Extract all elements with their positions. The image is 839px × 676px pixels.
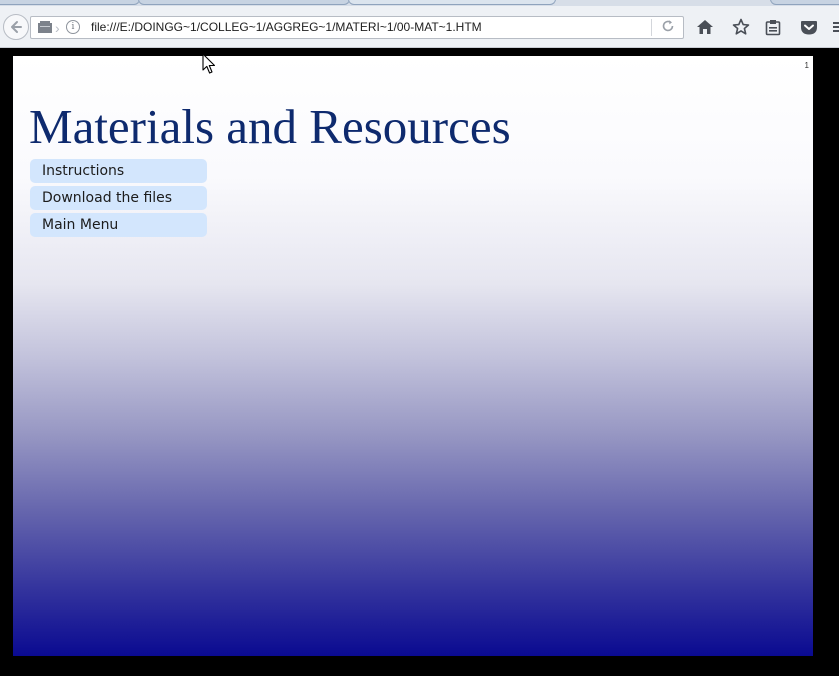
address-bar[interactable]: › i file:///E:/DOINGG~1/COLLEG~1/AGGREG~… — [30, 16, 684, 39]
pocket-icon[interactable] — [799, 17, 819, 37]
home-icon[interactable] — [695, 17, 715, 37]
star-icon[interactable] — [731, 17, 751, 37]
slide-number: 1 — [804, 61, 809, 70]
page-icon — [38, 21, 52, 33]
browser-toolbar: › i file:///E:/DOINGG~1/COLLEG~1/AGGREG~… — [0, 0, 839, 48]
url-text[interactable]: file:///E:/DOINGG~1/COLLEG~1/AGGREG~1/MA… — [91, 20, 482, 35]
menu-item-download-files[interactable]: Download the files — [30, 186, 207, 210]
browser-tab[interactable] — [0, 0, 140, 5]
navigation-row: › i file:///E:/DOINGG~1/COLLEG~1/AGGREG~… — [0, 10, 839, 44]
menu-item-main-menu[interactable]: Main Menu — [30, 213, 207, 237]
mouse-cursor-icon — [202, 53, 216, 74]
back-button[interactable] — [3, 14, 29, 40]
page-title: Materials and Resources — [29, 99, 511, 154]
reload-icon[interactable] — [660, 19, 676, 35]
tab-strip — [0, 0, 839, 6]
slide-menu: Instructions Download the files Main Men… — [30, 159, 207, 240]
browser-tab[interactable] — [770, 0, 839, 5]
url-divider — [651, 19, 652, 36]
back-arrow-icon — [11, 21, 22, 33]
overflow-menu-icon[interactable] — [828, 17, 839, 37]
info-icon[interactable]: i — [66, 20, 80, 34]
page-viewport: 1 Materials and Resources Instructions D… — [13, 56, 813, 656]
browser-tab-active[interactable] — [348, 0, 556, 5]
browser-tab[interactable] — [138, 0, 350, 5]
menu-item-instructions[interactable]: Instructions — [30, 159, 207, 183]
identity-separator-icon: › — [55, 20, 60, 36]
clipboard-icon[interactable] — [763, 17, 783, 37]
